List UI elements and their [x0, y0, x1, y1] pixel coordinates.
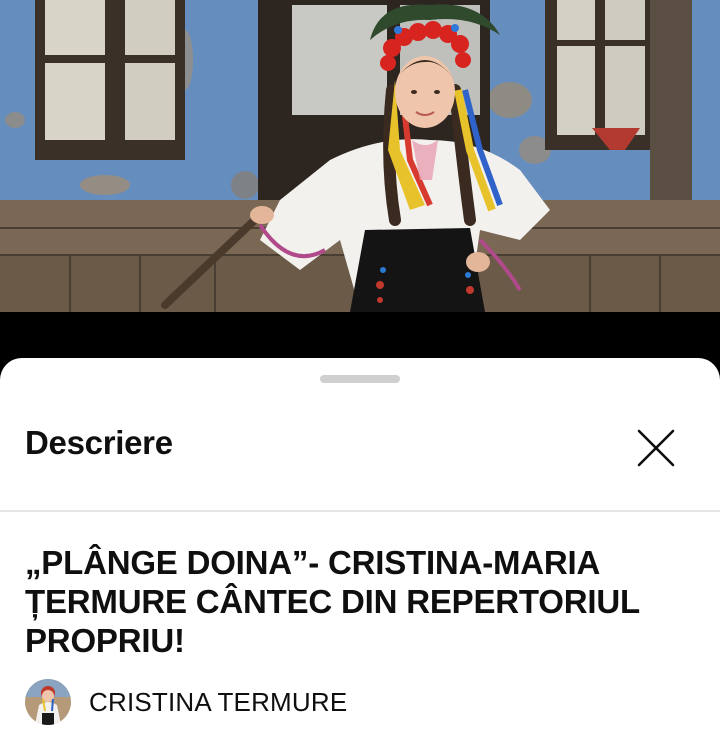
description-sheet: Descriere „PLÂNGE DOINA”- CRISTINA-MARIA…	[0, 358, 720, 735]
video-frame-image	[0, 0, 720, 312]
video-player[interactable]	[0, 0, 720, 312]
channel-name[interactable]: CRISTINA TERMURE	[89, 687, 347, 718]
close-icon	[637, 429, 675, 467]
sheet-header: Descriere	[0, 398, 720, 510]
channel-avatar[interactable]	[25, 679, 71, 725]
divider	[0, 510, 720, 512]
avatar-image	[25, 679, 71, 725]
video-title: „PLÂNGE DOINA”- CRISTINA-MARIA ȚERMURE C…	[25, 544, 640, 659]
channel-row[interactable]: CRISTINA TERMURE	[25, 678, 347, 726]
close-button[interactable]	[628, 420, 684, 476]
sheet-title: Descriere	[25, 424, 173, 461]
drag-handle[interactable]	[320, 375, 400, 383]
